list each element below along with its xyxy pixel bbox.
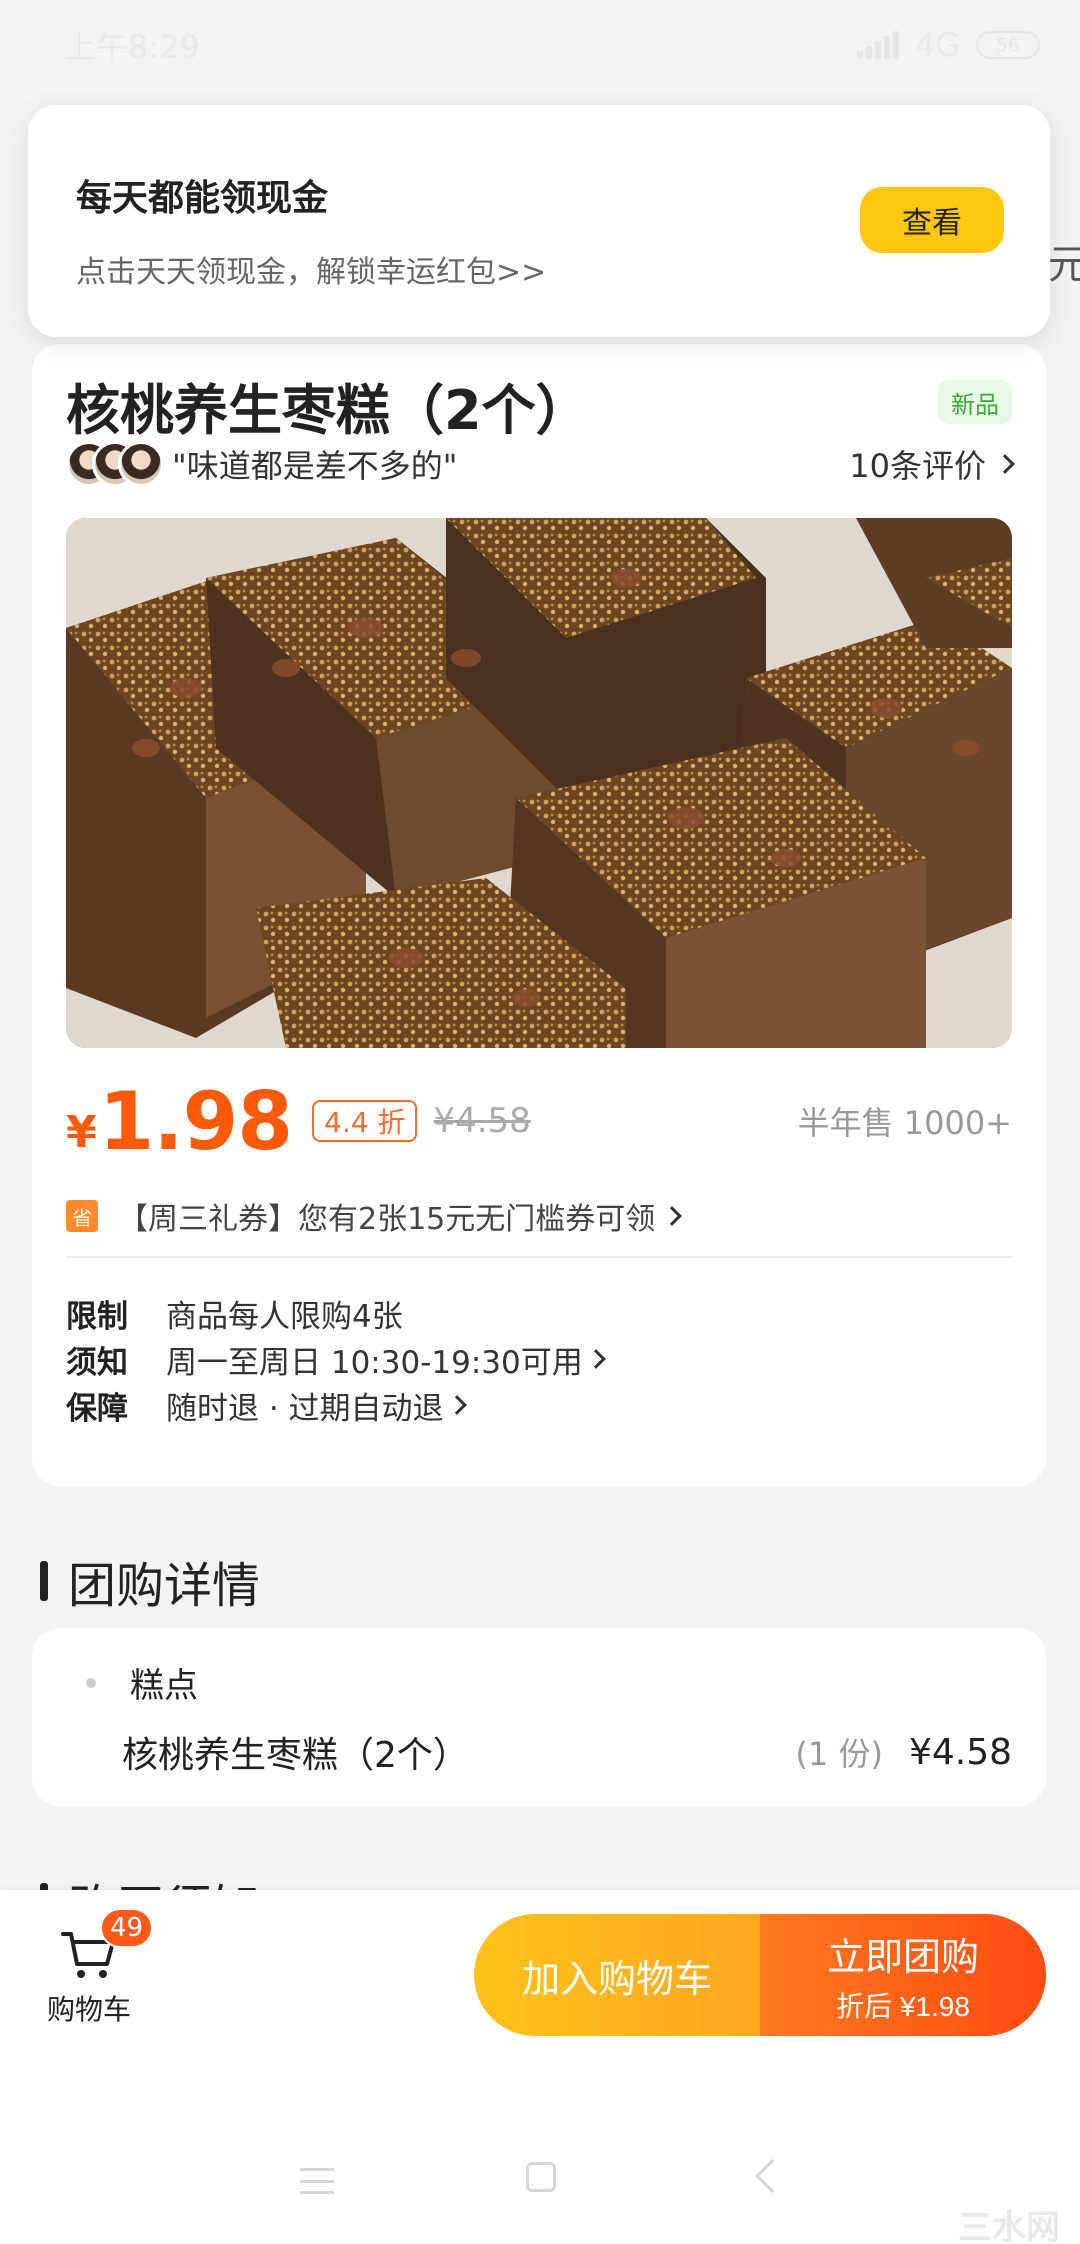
chevron-right-icon: [662, 1206, 683, 1226]
info-value-text: 周一至周日 10:30-19:30可用: [166, 1344, 583, 1381]
info-row-guarantee[interactable]: 保障 随时退 · 过期自动退: [66, 1380, 1012, 1430]
edge-text: 元: [1048, 242, 1080, 288]
cart-count-badge: 49: [100, 1908, 154, 1948]
info-value: 随时退 · 过期自动退: [166, 1383, 467, 1428]
sale-price: 1.98: [98, 1074, 293, 1168]
heading-bar: [40, 1561, 48, 1601]
page: 上午8:29 4G 56 每天都能领现金 点击天天领现金，解锁幸运红包>> 查看…: [0, 0, 1080, 2244]
buy-now-button[interactable]: 立即团购 折后 ¥1.98: [760, 1914, 1046, 2036]
divider: [66, 1256, 1012, 1258]
battery-icon: 56: [976, 31, 1040, 59]
banner-subtitle[interactable]: 点击天天领现金，解锁幸运红包>>: [76, 247, 1050, 291]
chevron-right-icon: [446, 1395, 467, 1415]
review-summary: "味道都是差不多的": [66, 441, 457, 487]
info-value-text: 随时退 · 过期自动退: [166, 1390, 444, 1427]
item-name: 核桃养生枣糕（2个）: [122, 1735, 469, 1776]
status-bar: 上午8:29 4G 56: [0, 0, 1080, 90]
cart-label: 购物车: [46, 1993, 131, 2026]
discount-badge: 4.4 折: [312, 1100, 418, 1142]
product-image[interactable]: [66, 518, 1012, 1048]
reviewer-avatars: [66, 441, 166, 487]
cake-photo: [66, 518, 1012, 1048]
buy-now-label: 立即团购: [826, 1936, 979, 1979]
status-icons: 4G 56: [856, 26, 1040, 64]
original-price: ¥4.58: [433, 1101, 531, 1141]
review-count-link[interactable]: 10条评价: [849, 441, 1015, 487]
info-row-notice[interactable]: 须知 周一至周日 10:30-19:30可用: [66, 1334, 1012, 1384]
avatar: [118, 441, 164, 487]
chevron-right-icon: [995, 454, 1015, 474]
network-label: 4G: [914, 26, 960, 64]
chevron-right-icon: [585, 1349, 606, 1369]
cash-reward-banner[interactable]: 每天都能领现金 点击天天领现金，解锁幸运红包>> 查看: [28, 105, 1050, 337]
info-label: 限制: [66, 1298, 128, 1335]
add-to-cart-button[interactable]: 加入购物车: [474, 1914, 760, 2036]
purchase-buttons: 加入购物车 立即团购 折后 ¥1.98: [474, 1914, 1046, 2036]
review-count: 10条评价: [849, 447, 986, 485]
menu-icon[interactable]: [300, 2168, 334, 2194]
product-card: 核桃养生枣糕（2个） 新品 "味道都是差不多的" 10条评价 ¥ 1.98 4.…: [32, 344, 1046, 1486]
home-icon[interactable]: [526, 2162, 556, 2192]
status-time: 上午8:29: [64, 28, 200, 66]
view-button[interactable]: 查看: [860, 187, 1004, 253]
review-quote: "味道都是差不多的": [172, 447, 458, 485]
detail-item-row: 核桃养生枣糕（2个） (1 份) ¥4.58: [122, 1726, 1012, 1778]
coupon-row[interactable]: 省 【周三礼券】您有2张15元无门槛券可领: [66, 1186, 1012, 1246]
section-title: 团购详情: [68, 1558, 261, 1614]
price-row: ¥ 1.98 4.4 折 ¥4.58 半年售 1000+: [66, 1075, 1012, 1168]
category-label: 糕点: [130, 1666, 198, 1706]
coupon-text: 【周三礼券】您有2张15元无门槛券可领: [118, 1202, 656, 1237]
review-row[interactable]: "味道都是差不多的" 10条评价: [66, 436, 1015, 492]
info-row-limit: 限制 商品每人限购4张: [66, 1288, 1012, 1338]
info-label: 保障: [66, 1390, 128, 1427]
info-label: 须知: [66, 1344, 128, 1381]
info-value: 周一至周日 10:30-19:30可用: [166, 1337, 606, 1382]
buy-now-price: 折后 ¥1.98: [836, 1990, 970, 2022]
item-quantity: (1 份): [795, 1735, 883, 1773]
item-price: ¥4.58: [908, 1731, 1012, 1773]
detail-category: 糕点: [86, 1658, 198, 1707]
system-nav-bar: [0, 2140, 1080, 2220]
group-detail-heading: 团购详情: [40, 1546, 260, 1616]
signal-icon: [856, 31, 899, 59]
price-currency: ¥: [66, 1106, 97, 1158]
bullet-icon: [86, 1677, 96, 1688]
back-icon[interactable]: [755, 2159, 789, 2193]
new-badge: 新品: [938, 380, 1012, 424]
save-icon: 省: [66, 1200, 98, 1232]
product-title: 核桃养生枣糕（2个）: [66, 379, 590, 442]
sales-count: 半年售 1000+: [797, 1104, 1012, 1142]
info-value: 商品每人限购4张: [166, 1298, 403, 1335]
watermark: 三水网: [958, 2208, 1060, 2244]
group-detail-card: 糕点 核桃养生枣糕（2个） (1 份) ¥4.58: [32, 1628, 1046, 1806]
battery-level: 56: [996, 34, 1020, 56]
